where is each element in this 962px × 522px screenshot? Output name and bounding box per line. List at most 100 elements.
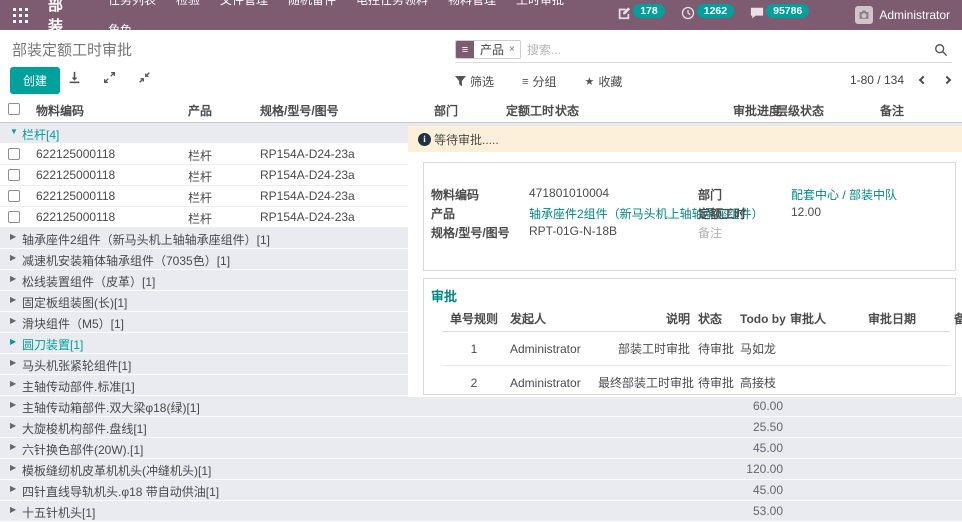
column-header[interactable]: 状态 — [555, 102, 579, 119]
create-button[interactable]: 创建 — [10, 67, 60, 94]
row-checkbox[interactable] — [8, 211, 20, 223]
approval-cell: 最终部装工时审批 — [594, 366, 694, 400]
apps-grid-icon[interactable] — [10, 4, 32, 26]
group-hours-total: 120.00 — [746, 462, 783, 476]
top-bar-right: 178 1262 95786 Administrator — [617, 6, 962, 25]
notification-chat[interactable]: 95786 — [750, 6, 809, 25]
department-link[interactable]: 配套中心 / 部装中队 — [791, 186, 897, 203]
notification-clock[interactable]: 1262 — [681, 6, 734, 25]
list-header: 物料编码 产品 规格/型号/图号 部门 定额工时状态 审批进度层级状态 备注 — [0, 96, 962, 123]
cell-product: 栏杆 — [188, 189, 212, 206]
search-icon[interactable] — [934, 43, 948, 57]
top-menu-item[interactable]: 随机备件 — [278, 0, 346, 7]
quota-hours-value: 12.00 — [791, 205, 821, 219]
approval-cell — [864, 332, 950, 366]
column-header[interactable]: 层级状态 — [776, 102, 824, 119]
pager-range: 1-80 / 134 — [850, 73, 904, 87]
group-hours-total: 45.00 — [753, 441, 783, 455]
group-row[interactable]: ▶主轴传动箱部件.双大梁φ18(绿)[1]60.00 — [0, 396, 962, 417]
material-code-label: 物料编码 — [431, 186, 479, 203]
clock-icon — [681, 6, 695, 25]
column-header[interactable]: 产品 — [188, 102, 212, 119]
row-checkbox[interactable] — [8, 190, 20, 202]
top-menu-item[interactable]: 文件管理 — [210, 0, 278, 7]
collapse-icon[interactable] — [138, 71, 151, 89]
user-name: Administrator — [879, 8, 950, 22]
caret-right-icon: ▶ — [10, 463, 16, 472]
approval-cell: 待审批 — [694, 332, 736, 366]
approval-cell: 1 — [442, 332, 506, 366]
group-label: 滑块组件（M5）[1] — [22, 315, 124, 332]
pager-prev-icon[interactable] — [919, 76, 927, 84]
select-all-checkbox[interactable] — [8, 103, 20, 115]
record-preview-panel: i 等待审批..... 物料编码 471801010004 产品 轴承座件2组件… — [408, 126, 962, 397]
search-bar: ≡ 产品 × — [455, 37, 952, 63]
column-header[interactable]: 备注 — [880, 102, 904, 119]
group-row[interactable]: ▶十五针机头[1]53.00 — [0, 501, 962, 522]
approval-column-header: 状态 — [694, 306, 736, 332]
group-label: 四针直线导轨机头.φ18 带自动供油[1] — [22, 483, 219, 500]
notification-compose[interactable]: 178 — [617, 6, 665, 25]
group-hours-total: 53.00 — [753, 504, 783, 518]
group-label: 松线装置组件（皮革）[1] — [22, 273, 155, 290]
group-label: 轴承座件2组件（新马头机上轴轴承座组件）[1] — [22, 231, 270, 248]
notification-badge: 178 — [633, 4, 665, 18]
status-banner: i 等待审批..... — [408, 126, 962, 152]
quota-hours-label: 定额工时 — [698, 205, 746, 222]
approval-cell — [786, 332, 864, 366]
cell-spec: RP154A-D24-23a — [260, 189, 355, 203]
facet-remove-icon[interactable]: × — [508, 41, 520, 58]
group-row[interactable]: ▶模板缝纫机皮革机机头(冲缝机头)[1]120.00 — [0, 459, 962, 480]
top-menu-item[interactable]: 工时审批 — [506, 0, 574, 7]
group-hours-total: 25.50 — [753, 420, 783, 434]
group-by-button[interactable]: ≡ 分组 — [522, 73, 556, 90]
group-label: 固定板组装图(长)[1] — [22, 294, 127, 311]
expand-icon[interactable] — [103, 71, 116, 89]
group-label: 大旋梭机构部件.盘线[1] — [22, 420, 147, 437]
user-menu[interactable]: Administrator — [855, 6, 950, 24]
cell-material-code: 622125000118 — [36, 189, 115, 203]
column-header[interactable]: 物料编码 — [36, 102, 84, 119]
column-header[interactable]: 审批进度 — [733, 102, 781, 119]
approval-cell: 部装工时审批 — [594, 332, 694, 366]
notification-badge: 95786 — [766, 4, 809, 18]
export-download-icon[interactable] — [68, 71, 81, 89]
group-row[interactable]: ▶六针换色部件(20W).[1]45.00 — [0, 438, 962, 459]
bars-icon: ≡ — [522, 76, 528, 88]
search-input[interactable] — [521, 43, 934, 57]
group-label: 马头机张紧轮组件[1] — [22, 357, 131, 374]
group-row[interactable]: ▶四针直线导轨机头.φ18 带自动供油[1]45.00 — [0, 480, 962, 501]
approval-cell: 待审批 — [694, 366, 736, 400]
product-label: 产品 — [431, 205, 455, 222]
approval-cell: 高接枝 — [736, 366, 786, 400]
group-label: 圆刀装置[1] — [22, 336, 83, 353]
row-checkbox[interactable] — [8, 169, 20, 181]
cell-material-code: 622125000118 — [36, 210, 115, 224]
pager-next-icon[interactable] — [943, 76, 951, 84]
approval-table: 单号规则发起人说明状态Todo by审批人审批日期备注1Administrato… — [442, 306, 947, 399]
favorites-button[interactable]: ★ 收藏 — [584, 73, 622, 90]
top-menu-item[interactable]: 任务列表 — [98, 0, 166, 7]
filters-button[interactable]: 筛选 — [455, 73, 494, 90]
chat-icon — [750, 6, 764, 25]
group-row[interactable]: ▶大旋梭机构部件.盘线[1]25.50 — [0, 417, 962, 438]
top-menu-item[interactable]: 检验 — [166, 0, 210, 7]
row-checkbox[interactable] — [8, 148, 20, 160]
approval-column-header: 单号规则 — [442, 306, 506, 332]
top-menu-item[interactable]: 电控任务领料 — [346, 0, 438, 7]
cell-material-code: 622125000118 — [36, 168, 115, 182]
approval-row[interactable]: 1Administrator部装工时审批待审批马如龙 — [442, 332, 950, 366]
cell-material-code: 622125000118 — [36, 147, 115, 161]
avatar — [855, 6, 873, 24]
column-header[interactable]: 定额工时 — [506, 102, 554, 119]
caret-right-icon: ▶ — [10, 316, 16, 325]
approval-row[interactable]: 2Administrator最终部装工时审批待审批高接枝 — [442, 366, 950, 400]
approval-column-header: 说明 — [594, 306, 694, 332]
department-label: 部门 — [698, 186, 722, 203]
approval-card: 审批 单号规则发起人说明状态Todo by审批人审批日期备注1Administr… — [423, 278, 956, 395]
column-header[interactable]: 部门 — [434, 102, 458, 119]
top-menu-item[interactable]: 物料管理 — [438, 0, 506, 7]
column-header[interactable]: 规格/型号/图号 — [260, 102, 339, 119]
list-tools — [68, 71, 151, 89]
spec-label: 规格/型号/图号 — [431, 224, 510, 241]
